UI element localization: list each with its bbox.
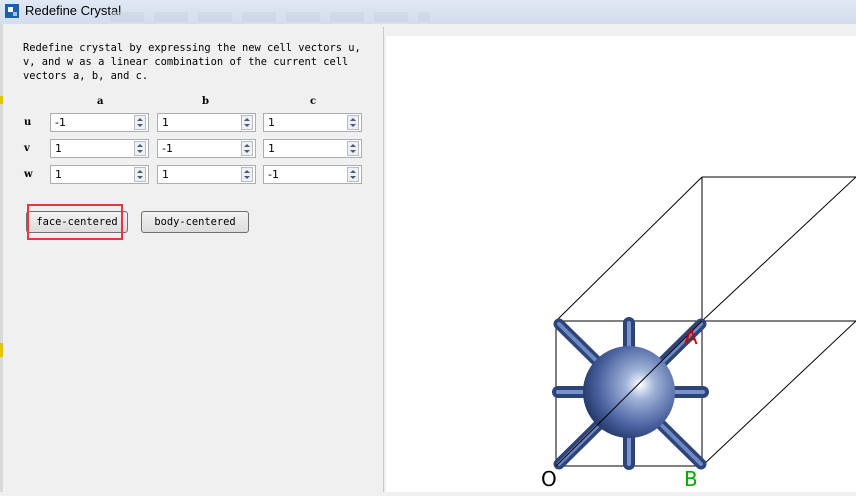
spin-arrows-icon[interactable] [347, 115, 359, 130]
spin-arrows-icon[interactable] [241, 115, 253, 130]
row-label-v: v [24, 143, 30, 154]
column-header-b: b [202, 96, 209, 107]
window-title: Redefine Crystal [25, 3, 122, 18]
spin-arrows-icon[interactable] [134, 115, 146, 130]
spin-arrows-icon[interactable] [241, 141, 253, 156]
column-header-a: a [97, 96, 104, 107]
spin-arrows-icon[interactable] [347, 167, 359, 182]
axis-label-b: B [684, 467, 698, 491]
background-menu-ghost [110, 12, 430, 22]
row-label-u: u [24, 117, 32, 128]
title-bar[interactable]: Redefine Crystal [0, 0, 856, 24]
spinbox-value: 1 [268, 116, 275, 129]
axis-label-origin: O [541, 467, 557, 491]
spinbox-value: 1 [162, 116, 169, 129]
spinbox-value: 1 [162, 168, 169, 181]
spin-arrows-icon[interactable] [241, 167, 253, 182]
spinbox-value: 1 [268, 142, 275, 155]
body-centered-button[interactable]: body-centered [141, 211, 249, 233]
spin-arrows-icon[interactable] [347, 141, 359, 156]
spin-arrows-icon[interactable] [134, 141, 146, 156]
spinbox-u-c[interactable]: 1 [263, 113, 362, 132]
app-icon [5, 4, 19, 18]
spinbox-u-a[interactable]: -1 [50, 113, 149, 132]
spinbox-w-b[interactable]: 1 [157, 165, 256, 184]
spinbox-v-c[interactable]: 1 [263, 139, 362, 158]
spinbox-w-a[interactable]: 1 [50, 165, 149, 184]
form-panel: Redefine crystal by expressing the new c… [3, 27, 384, 492]
spinbox-w-c[interactable]: -1 [263, 165, 362, 184]
spin-arrows-icon[interactable] [134, 167, 146, 182]
annotation-highlight-box [27, 204, 123, 240]
spinbox-v-a[interactable]: 1 [50, 139, 149, 158]
spinbox-value: -1 [55, 116, 66, 129]
spinbox-value: -1 [162, 142, 173, 155]
instructions-text: Redefine crystal by expressing the new c… [23, 42, 361, 82]
axis-label-a: A [684, 325, 698, 349]
crystal-cell-drawing[interactable]: O B A [386, 36, 856, 492]
structure-viewer[interactable]: O B A [386, 36, 856, 492]
atom-sphere[interactable] [583, 346, 675, 438]
spinbox-u-b[interactable]: 1 [157, 113, 256, 132]
spinbox-value: 1 [55, 142, 62, 155]
spinbox-value: 1 [55, 168, 62, 181]
spinbox-value: -1 [268, 168, 279, 181]
spinbox-v-b[interactable]: -1 [157, 139, 256, 158]
column-header-c: c [310, 96, 317, 107]
row-label-w: w [24, 169, 33, 180]
